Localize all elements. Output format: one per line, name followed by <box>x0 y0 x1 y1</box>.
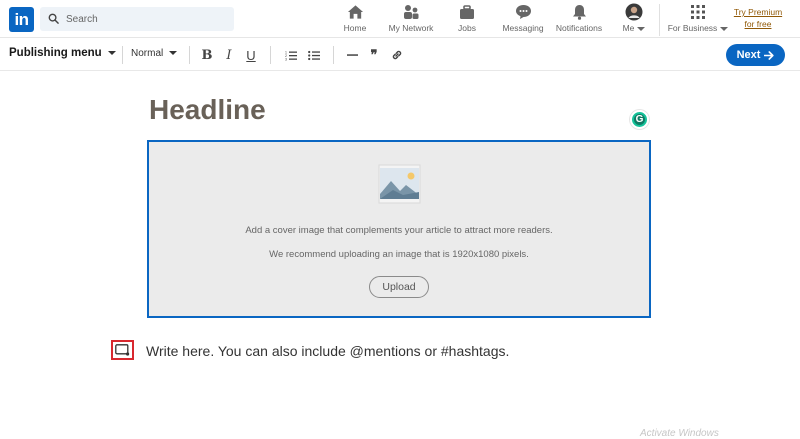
chevron-down-icon <box>169 51 178 56</box>
activation-watermark: Activate Windows <box>640 428 719 439</box>
add-media-button[interactable] <box>111 340 134 360</box>
cover-image-dropzone[interactable]: Add a cover image that complements your … <box>147 140 651 318</box>
chevron-down-icon <box>107 50 116 55</box>
nav-home-label: Home <box>343 23 367 33</box>
nav-notifications-label: Notifications <box>555 23 603 33</box>
nav-me[interactable]: Me <box>620 3 648 37</box>
search-input[interactable] <box>66 7 226 31</box>
messaging-icon <box>513 3 533 21</box>
quote-button[interactable]: ❞ <box>366 47 382 63</box>
horizontal-rule-icon <box>346 54 358 56</box>
nav-notifications[interactable]: Notifications <box>555 3 603 37</box>
search-icon <box>48 13 59 24</box>
nav-home[interactable]: Home <box>340 3 370 37</box>
nav-my-network-label: My Network <box>388 23 434 33</box>
nav-jobs[interactable]: Jobs <box>455 3 479 37</box>
top-nav: in Home My Network Jobs <box>0 0 800 38</box>
nav-my-network[interactable]: My Network <box>386 3 436 37</box>
headline-field[interactable]: Headline <box>149 94 266 126</box>
editor-toolbar: Publishing menu Normal B I U 1 2 3 ❞ Nex… <box>0 39 800 71</box>
bullet-list-button[interactable] <box>306 47 322 63</box>
underline-button[interactable]: U <box>243 47 259 63</box>
search-box[interactable] <box>40 7 234 31</box>
media-icon <box>115 344 130 356</box>
nav-for-business[interactable]: For Business <box>668 3 729 37</box>
bold-button[interactable]: B <box>199 47 215 63</box>
bell-icon <box>569 3 589 21</box>
grammarly-icon[interactable]: G <box>630 110 649 129</box>
toolbar-divider <box>189 46 190 64</box>
numbered-list-icon: 1 2 3 <box>285 50 297 61</box>
chevron-down-icon <box>637 26 646 31</box>
text-style-dropdown[interactable]: Normal <box>131 48 178 59</box>
next-button[interactable]: Next <box>726 44 785 66</box>
image-placeholder-icon <box>378 164 421 204</box>
grid-icon <box>688 3 708 21</box>
network-icon <box>401 3 421 21</box>
nav-for-business-label: For Business <box>668 23 729 33</box>
numbered-list-button[interactable]: 1 2 3 <box>283 47 299 63</box>
upload-button[interactable]: Upload <box>369 276 429 298</box>
bullet-list-icon <box>308 50 320 60</box>
link-icon <box>392 50 402 60</box>
briefcase-icon <box>457 3 477 21</box>
toolbar-divider <box>333 46 334 64</box>
toolbar-divider <box>122 46 123 64</box>
nav-jobs-label: Jobs <box>458 23 476 33</box>
svg-text:3: 3 <box>285 57 287 61</box>
nav-messaging[interactable]: Messaging <box>502 3 544 37</box>
linkedin-logo[interactable]: in <box>9 7 34 32</box>
toolbar-divider <box>270 46 271 64</box>
cover-size-hint: We recommend uploading an image that is … <box>269 249 529 260</box>
home-icon <box>345 3 365 21</box>
arrow-right-icon <box>764 50 775 60</box>
cover-instructions: Add a cover image that complements your … <box>245 225 553 236</box>
nav-messaging-label: Messaging <box>502 23 544 33</box>
avatar <box>624 3 644 21</box>
divider-button[interactable] <box>344 47 360 63</box>
chevron-down-icon <box>720 26 729 31</box>
article-body-field[interactable]: Write here. You can also include @mentio… <box>146 343 509 359</box>
publishing-menu-button[interactable]: Publishing menu <box>9 47 116 59</box>
nav-me-label: Me <box>623 23 646 33</box>
nav-divider <box>659 4 660 36</box>
link-button[interactable] <box>389 47 405 63</box>
try-premium-link[interactable]: Try Premium for free <box>730 6 786 30</box>
italic-button[interactable]: I <box>221 47 237 63</box>
